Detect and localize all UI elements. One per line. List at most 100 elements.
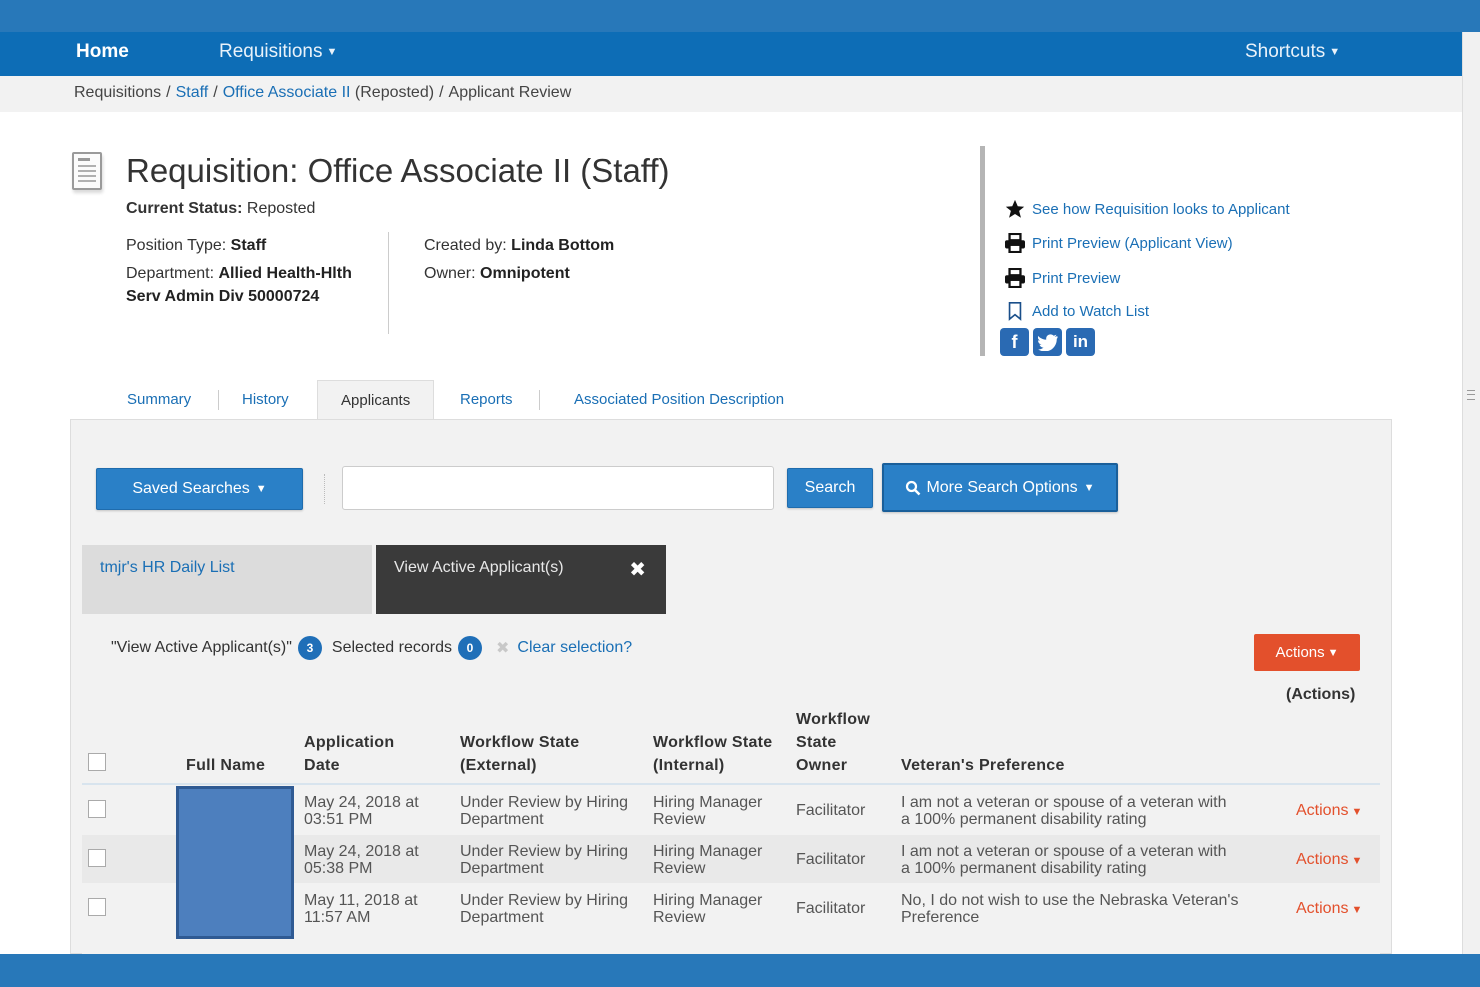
tab-reports[interactable]: Reports [460,380,513,420]
date-line2: 05:38 PM [304,860,373,877]
close-icon[interactable]: ✖ [629,557,646,582]
search-input[interactable] [342,466,774,510]
select-all-checkbox[interactable] [88,753,106,771]
row-checkbox[interactable] [88,849,106,867]
col-wf-owner-line1: Workflow [796,711,871,728]
more-search-options-label: More Search Options [926,478,1078,496]
breadcrumb-position-link[interactable]: Office Associate II [223,84,351,101]
see-how-applicant-link[interactable]: See how Requisition looks to Applicant [1004,198,1290,220]
bookmark-icon [1008,302,1022,321]
search-icon [906,480,921,495]
vet-line2: Preference [901,909,980,926]
workflow-external: Under Review by Hiring Department [460,892,628,926]
vertical-scrollbar[interactable] [1462,32,1480,954]
document-icon [72,152,102,190]
list-tab-view-active[interactable]: View Active Applicant(s) ✖ [376,545,666,614]
document-line [78,180,96,182]
int-line1: Hiring Manager [653,892,763,909]
row-actions-button[interactable]: Actions ▼ [1296,900,1362,918]
col-app-date-line1: Application [304,734,395,751]
nav-shortcuts-dropdown[interactable]: Shortcuts ▼ [1245,32,1340,76]
col-workflow-external[interactable]: Workflow State (External) [460,731,579,777]
linkedin-icon[interactable]: in [1066,328,1095,356]
workflow-owner: Facilitator [796,851,866,868]
print-preview-applicant-link[interactable]: Print Preview (Applicant View) [1004,233,1233,253]
veterans-preference: I am not a veteran or spouse of a vetera… [901,843,1227,877]
col-workflow-internal[interactable]: Workflow State (Internal) [653,731,772,777]
row-checkbox[interactable] [88,800,106,818]
date-line1: May 24, 2018 at [304,794,419,811]
breadcrumb-position-suffix: (Reposted) [354,84,435,101]
tab-separator [539,390,540,410]
bottom-bar [0,954,1480,987]
department-label: Department: [126,265,215,282]
col-wf-owner-line3: Owner [796,757,848,774]
facebook-icon[interactable]: f [1000,328,1029,356]
meta-divider [388,232,389,334]
created-by-label: Created by: [424,237,507,254]
list-tab-hr-daily[interactable]: tmjr's HR Daily List [82,545,372,614]
breadcrumb-separator: / [439,84,444,101]
view-count-badge: 3 [297,636,322,660]
workflow-owner: Facilitator [796,802,866,819]
bulk-actions-button[interactable]: Actions ▼ [1254,634,1360,671]
col-veterans-preference[interactable]: Veteran's Preference [901,754,1065,777]
requisition-meta-left: Position Type: Staff Department: Allied … [126,234,366,308]
nav-requisitions-dropdown[interactable]: Requisitions ▼ [219,32,337,76]
more-search-options-button[interactable]: More Search Options ▼ [882,463,1118,512]
clear-selection-link[interactable]: Clear selection? [517,639,632,657]
tab-associated-position-description[interactable]: Associated Position Description [574,380,784,420]
col-application-date[interactable]: Application Date [304,731,394,777]
row-checkbox[interactable] [88,898,106,916]
print-preview-link[interactable]: Print Preview [1004,268,1120,288]
nav-home[interactable]: Home [76,32,129,76]
date-line1: May 24, 2018 at [304,843,419,860]
document-line [78,175,96,177]
row-actions-label: Actions [1296,802,1349,819]
col-wf-ext-line1: Workflow State [460,734,580,751]
chevron-down-icon: ▼ [1327,646,1339,659]
tab-history[interactable]: History [242,380,289,420]
tab-applicants[interactable]: Applicants [317,380,435,420]
star-icon [1005,199,1025,218]
application-date: May 11, 2018 at 11:57 AM [304,892,418,926]
row-actions-button[interactable]: Actions ▼ [1296,851,1362,869]
ext-line2: Department [460,909,544,926]
requisition-meta-right: Created by: Linda Bottom Owner: Omnipote… [424,234,684,285]
add-watch-list-link[interactable]: Add to Watch List [1004,301,1149,321]
vet-line1: I am not a veteran or spouse of a vetera… [901,794,1227,811]
status-label: Current Status: [126,200,243,217]
twitter-icon[interactable] [1033,328,1062,356]
print-preview-applicant-label: Print Preview (Applicant View) [1032,234,1233,252]
search-button[interactable]: Search [787,468,873,508]
saved-searches-button[interactable]: Saved Searches ▼ [96,468,303,510]
col-full-name[interactable]: Full Name [186,754,265,777]
vet-line1: No, I do not wish to use the Nebraska Ve… [901,892,1239,909]
row-actions-button[interactable]: Actions ▼ [1296,802,1362,820]
ext-line1: Under Review by Hiring [460,892,629,909]
col-workflow-owner[interactable]: Workflow State Owner [796,708,870,777]
status-value: Reposted [246,200,316,217]
selected-count-badge: 0 [457,636,482,660]
see-how-applicant-label: See how Requisition looks to Applicant [1032,200,1290,218]
caret-down-icon: ▼ [326,46,338,58]
tab-summary[interactable]: Summary [127,380,191,420]
breadcrumb-staff-link[interactable]: Staff [176,84,209,101]
chevron-down-icon: ▼ [1351,855,1363,867]
scrollbar-grip-icon[interactable] [1467,390,1475,400]
workflow-external: Under Review by Hiring Department [460,843,628,877]
document-line [78,170,96,172]
current-status: Current Status: Reposted [126,200,315,218]
int-line2: Review [653,811,706,828]
ext-line2: Department [460,860,544,877]
workflow-internal: Hiring Manager Review [653,843,762,877]
chevron-down-icon: ▼ [1083,481,1095,494]
actions-column-header: (Actions) [1286,686,1356,703]
breadcrumb-requisitions: Requisitions [74,84,162,101]
vet-line2: a 100% permanent disability rating [901,860,1147,877]
col-wf-ext-line2: (External) [460,757,537,774]
date-line1: May 11, 2018 at [304,892,418,909]
ext-line1: Under Review by Hiring [460,794,629,811]
owner-value: Omnipotent [480,265,570,282]
created-by: Created by: Linda Bottom [424,234,684,257]
